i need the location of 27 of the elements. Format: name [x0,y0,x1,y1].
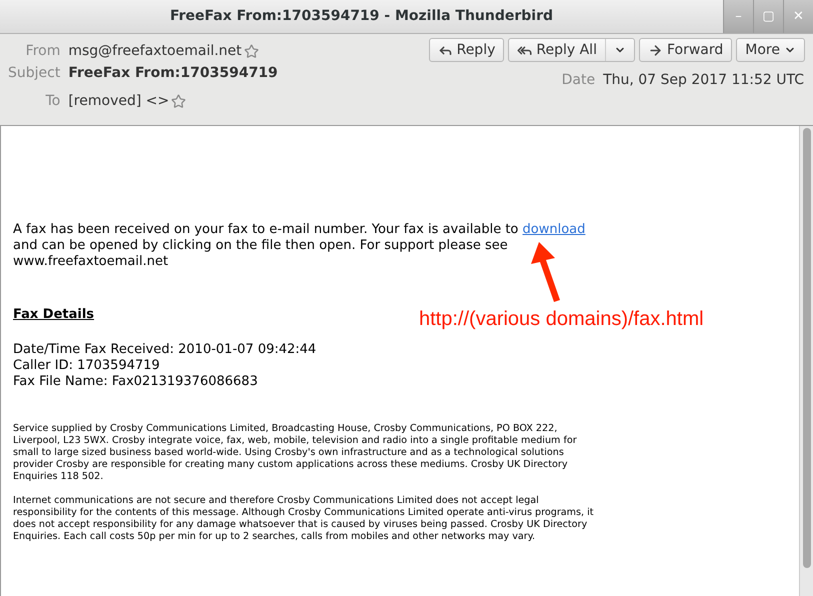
star-icon[interactable] [244,44,259,59]
date-text: Thu, 07 Sep 2017 11:52 UTC [603,71,804,90]
subject-label: Subject [8,65,60,82]
detail-line: Fax File Name: Fax021319376086683 [13,374,259,390]
window-title: FreeFax From:1703594719 - Mozilla Thunderbird [168,7,554,26]
footer-paragraph: Service supplied by Crosby Communications Limited, Broadcasting House, Crosby Communications, PO BOX 222, Liverpool, L23 5WX. Crosby integrate voice, fax, web, mobile, television and radio into a single profitable medium for small to large sized business based world-wide. Using Crosby's own infrastructure and as a technological solutions provider Crosby are responsible for creating many custom applications across these mediums. Crosby UK Directory Enquiries 118 502. [13,422,578,482]
recipient-address[interactable]: [removed] <> [68,93,170,110]
from-label: From [24,43,60,60]
forward-button[interactable]: Forward [638,38,732,62]
detail-line: Caller ID: 1703594719 [13,358,161,374]
to-label: To [44,93,60,110]
reply-all-button[interactable]: Reply All [508,38,635,62]
intro-paragraph: A fax has been received on your fax to e-mail number. Your fax is available to download and can be opened by clicking on the file then open. For support please see www.freefaxtoemail.net [13,222,586,270]
subject-text: FreeFax From:1703594719 [68,65,278,82]
more-button[interactable]: More [736,38,805,62]
download-link[interactable]: download [522,222,586,237]
star-icon[interactable] [171,94,186,109]
annotation-text: http://(various domains)/fax.html [419,307,704,332]
forward-icon [648,42,663,58]
sender-address[interactable]: msg@freefaxtoemail.net [68,43,242,60]
detail-line: Date/Time Fax Received: 2010-01-07 09:42:44 [13,342,318,358]
footer-paragraph: Internet communications are not secure and therefore Crosby Communications Limited does not accept legal responsibility for the contents of this message. Although Crosby Communications Limited operate anti-virus programs, it does not accept responsibility for any damage whatsoever that is caused by viruses being passed. Crosby UK Directory Enquiries. Each call costs 50p per min for up to 2 searches, calls from mobiles and other networks may vary. [13,494,595,542]
date-label: Date [562,71,596,90]
scrollbar[interactable] [799,126,813,596]
reply-button[interactable]: Reply [428,38,504,62]
scrollbar-thumb[interactable] [802,128,810,568]
details-heading: Fax Details [13,306,94,324]
